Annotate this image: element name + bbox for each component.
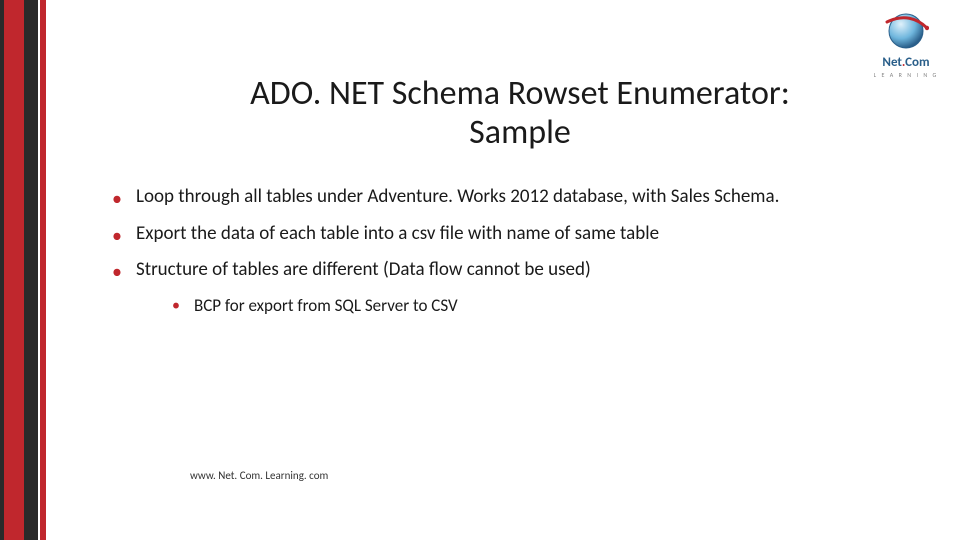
netcom-logo: Net.Com L E A R N I N G <box>866 8 946 79</box>
bullet-icon: • <box>112 262 122 282</box>
sub-bullet-text: BCP for export from SQL Server to CSV <box>194 295 458 317</box>
bullet-text: Structure of tables are different (Data … <box>136 258 591 283</box>
stripe <box>40 0 46 540</box>
bullet-item: • Export the data of each table into a c… <box>112 222 900 247</box>
stripe <box>24 0 38 540</box>
title-line-1: ADO. NET Schema Rowset Enumerator: <box>250 73 790 114</box>
slide-body: • Loop through all tables under Adventur… <box>112 185 900 317</box>
title-line-2: Sample <box>469 112 571 153</box>
stripe <box>4 0 24 540</box>
footer-url: www. Net. Com. Learning. com <box>190 469 328 482</box>
bullet-text: Export the data of each table into a csv… <box>136 222 659 247</box>
bullet-icon: • <box>172 298 180 314</box>
logo-name-part2: Com <box>905 55 929 70</box>
bullet-icon: • <box>112 189 122 209</box>
logo-name-part1: Net <box>882 55 902 70</box>
logo-text: Net.Com <box>866 56 946 69</box>
logo-mark-icon <box>883 8 929 54</box>
bullet-text: Loop through all tables under Adventure.… <box>136 185 779 210</box>
sub-bullet-item: • BCP for export from SQL Server to CSV <box>172 295 900 317</box>
bullet-item: • Loop through all tables under Adventur… <box>112 185 900 210</box>
slide-title: ADO. NET Schema Rowset Enumerator: Sampl… <box>120 74 920 152</box>
bullet-item: • Structure of tables are different (Dat… <box>112 258 900 283</box>
left-accent-stripes <box>0 0 55 540</box>
bullet-icon: • <box>112 226 122 246</box>
